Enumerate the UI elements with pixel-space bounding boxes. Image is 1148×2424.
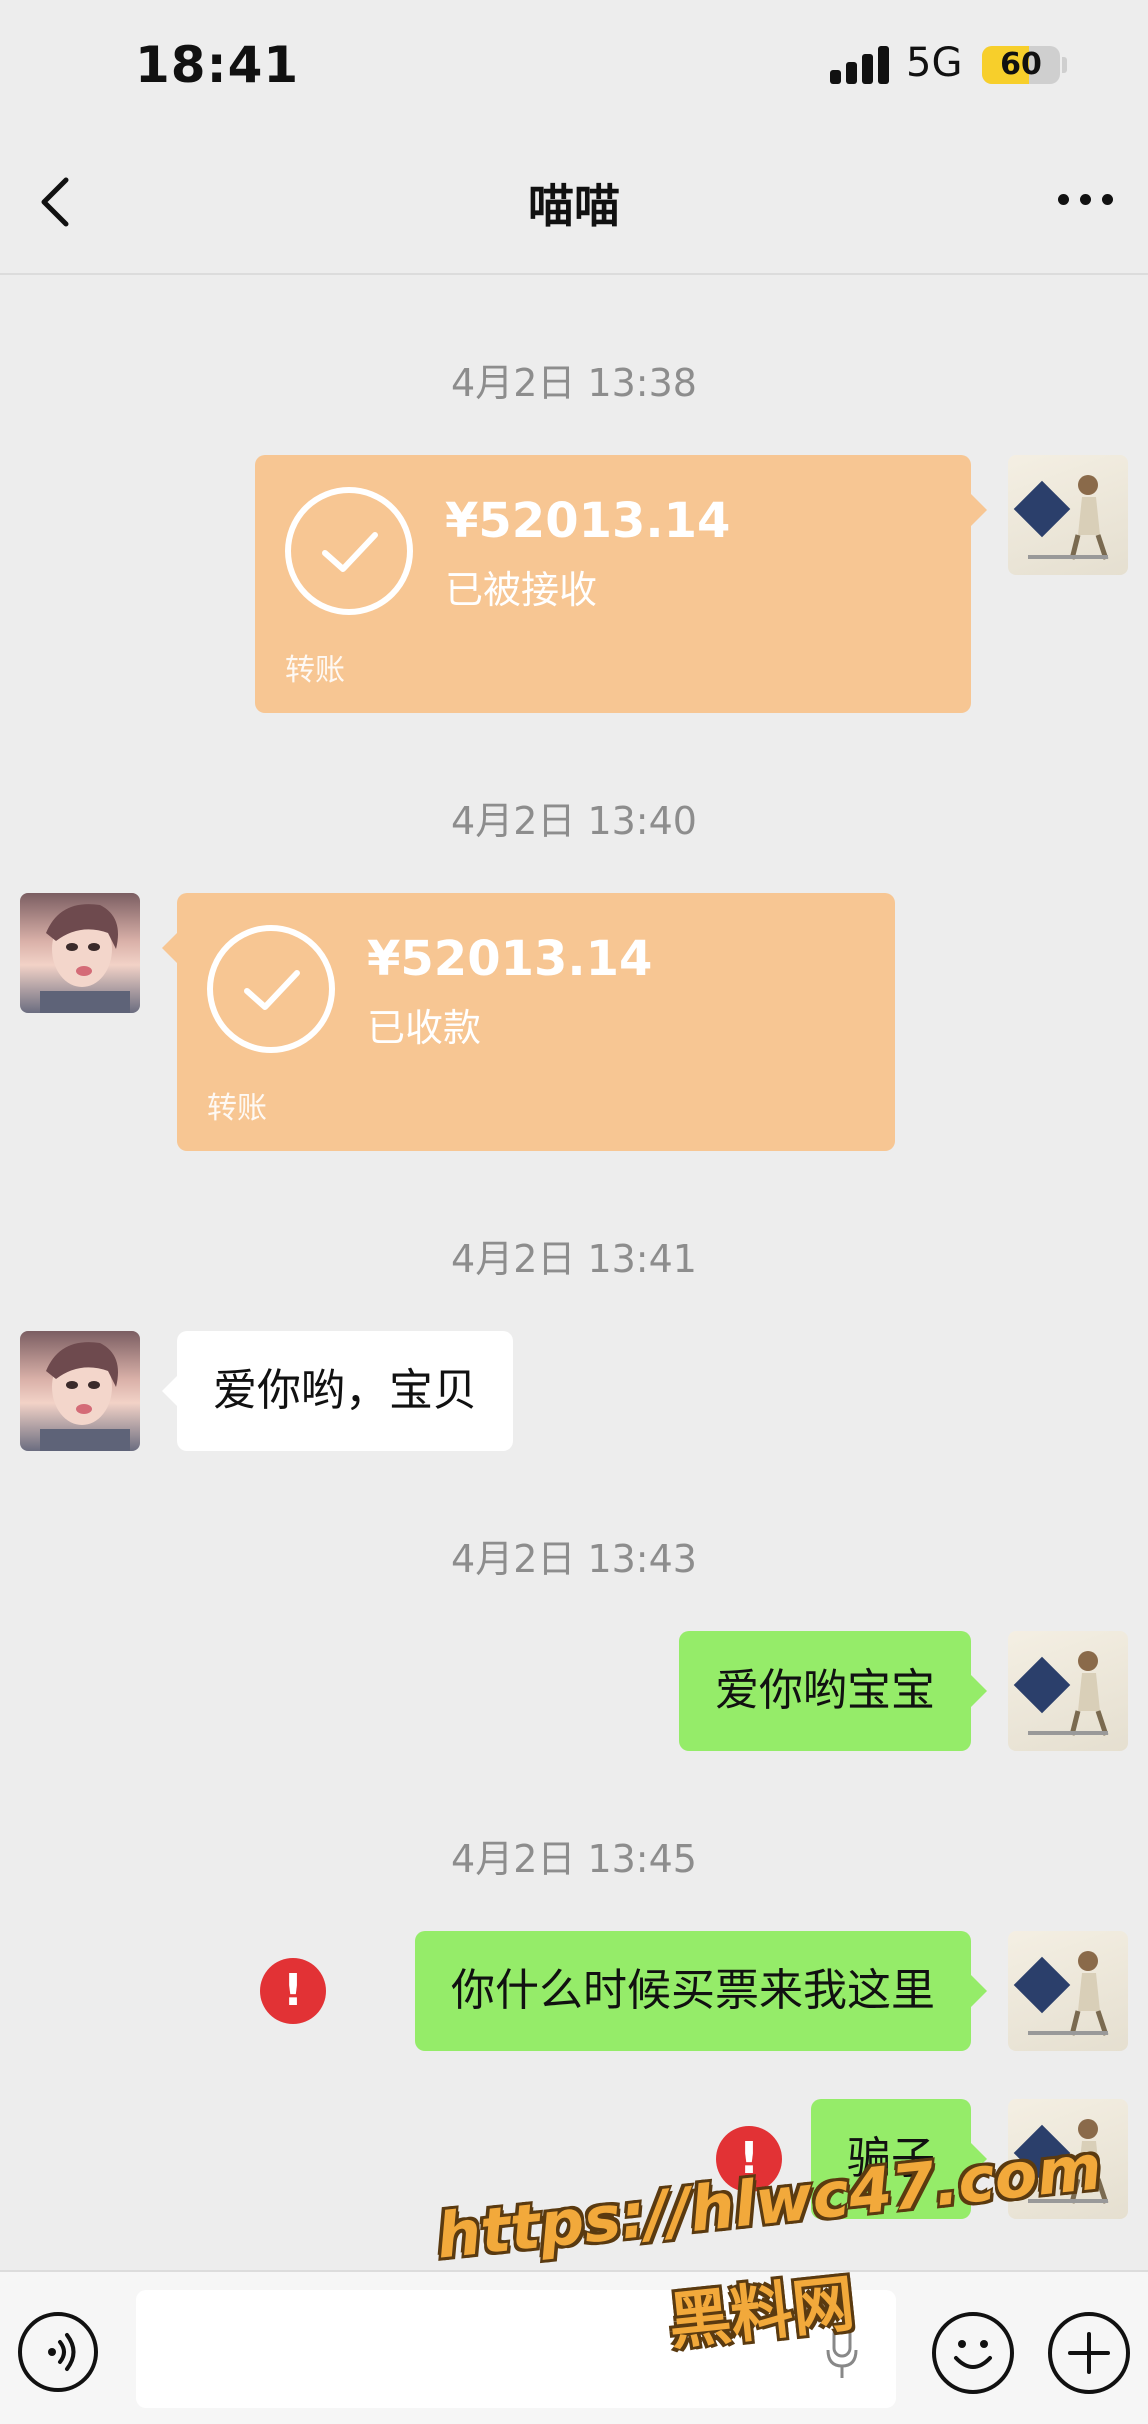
voice-button[interactable] xyxy=(18,2312,98,2392)
transfer-label: 转账 xyxy=(207,1091,267,1126)
battery-icon: 60 xyxy=(982,46,1060,84)
timestamp: 4月2日 13:45 xyxy=(451,1837,697,1881)
plus-icon xyxy=(1068,2332,1110,2374)
avatar-image xyxy=(1013,1651,1109,1736)
battery-level: 60 xyxy=(1000,47,1042,82)
emoji-icon xyxy=(954,2340,992,2369)
battery-tip xyxy=(1062,57,1067,73)
status-time: 18:41 xyxy=(135,36,300,94)
message-bubble-received[interactable]: 爱你哟，宝贝 xyxy=(177,1331,513,1451)
avatar-her[interactable] xyxy=(20,1331,140,1451)
chat-header: 喵喵 xyxy=(0,130,1148,275)
timestamp: 4月2日 13:43 xyxy=(451,1537,697,1581)
bubble-tail xyxy=(162,1375,178,1407)
status-bar: 18:41 5G 60 xyxy=(0,0,1148,130)
avatar-her[interactable] xyxy=(20,893,140,1013)
transfer-amount: ¥52013.14 xyxy=(445,493,731,549)
transfer-label: 转账 xyxy=(285,653,345,688)
avatar-me[interactable] xyxy=(1008,1631,1128,1751)
avatar-image xyxy=(40,1342,130,1451)
bubble-tail xyxy=(162,932,178,964)
transfer-status: 已收款 xyxy=(367,1006,482,1050)
avatar-me[interactable] xyxy=(1008,1931,1128,2051)
check-icon xyxy=(285,487,413,615)
transfer-card-received[interactable]: ¥52013.14 已收款 转账 xyxy=(177,893,895,1151)
more-button[interactable] xyxy=(1058,190,1118,210)
input-bar xyxy=(0,2270,1148,2424)
bubble-tail xyxy=(971,1975,987,2007)
avatar-image xyxy=(40,904,130,1013)
send-failed-icon[interactable]: ! xyxy=(260,1958,326,2024)
network-type: 5G xyxy=(906,40,963,86)
transfer-amount: ¥52013.14 xyxy=(367,931,653,987)
timestamp: 4月2日 13:38 xyxy=(451,361,697,405)
plus-button[interactable] xyxy=(1048,2312,1130,2394)
message-bubble-sent[interactable]: 爱你哟宝宝 xyxy=(679,1631,971,1751)
signal-icon xyxy=(830,44,890,84)
avatar-image xyxy=(1013,475,1109,560)
chat-title: 喵喵 xyxy=(528,179,620,233)
check-icon xyxy=(207,925,335,1053)
more-dots-icon xyxy=(1058,194,1069,205)
bubble-tail xyxy=(971,494,987,526)
transfer-card-sent[interactable]: ¥52013.14 已被接收 转账 xyxy=(255,455,971,713)
message-bubble-sent[interactable]: 你什么时候买票来我这里 xyxy=(415,1931,971,2051)
timestamp: 4月2日 13:41 xyxy=(451,1237,697,1281)
bubble-tail xyxy=(971,1675,987,1707)
avatar-image xyxy=(1013,1951,1109,2036)
voice-icon xyxy=(48,2333,76,2371)
transfer-status: 已被接收 xyxy=(445,568,598,612)
avatar-me[interactable] xyxy=(1008,455,1128,575)
timestamp: 4月2日 13:40 xyxy=(451,799,697,843)
emoji-button[interactable] xyxy=(932,2312,1014,2394)
